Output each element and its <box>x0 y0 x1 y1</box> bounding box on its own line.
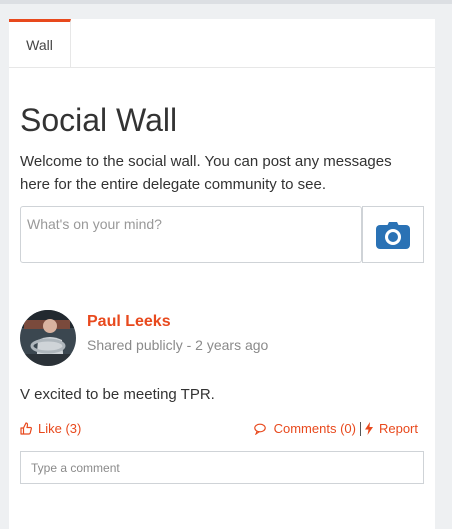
thumbs-up-icon <box>20 422 32 435</box>
like-button[interactable]: Like (3) <box>20 421 81 436</box>
divider <box>359 421 361 436</box>
comments-label: Comments (0) <box>273 421 356 436</box>
like-label: Like (3) <box>38 421 82 436</box>
post-text: V excited to be meeting TPR. <box>20 386 215 403</box>
comments-link[interactable]: Comments (0) <box>253 421 356 436</box>
post-author[interactable]: Paul Leeks <box>87 313 171 331</box>
camera-button[interactable] <box>362 206 424 263</box>
avatar[interactable] <box>20 310 76 366</box>
camera-icon <box>376 221 410 249</box>
comment-input[interactable] <box>20 451 424 484</box>
comments-icon <box>253 423 266 435</box>
post-input[interactable] <box>20 206 362 263</box>
top-bar <box>0 0 452 4</box>
report-label: Report <box>378 421 418 436</box>
tab-wall-label: Wall <box>26 36 53 53</box>
intro-text: Welcome to the social wall. You can post… <box>20 153 392 193</box>
tab-wall[interactable]: Wall <box>9 19 71 67</box>
lightning-icon <box>364 422 373 435</box>
tab-bar: Wall <box>9 19 435 68</box>
post-actions: Comments (0) Report <box>253 421 418 436</box>
report-link[interactable]: Report <box>364 421 418 436</box>
wall-card: Wall Social Wall Welcome to the social w… <box>9 19 435 529</box>
page-title: Social Wall <box>20 102 178 138</box>
post-meta: Shared publicly - 2 years ago <box>87 337 269 353</box>
